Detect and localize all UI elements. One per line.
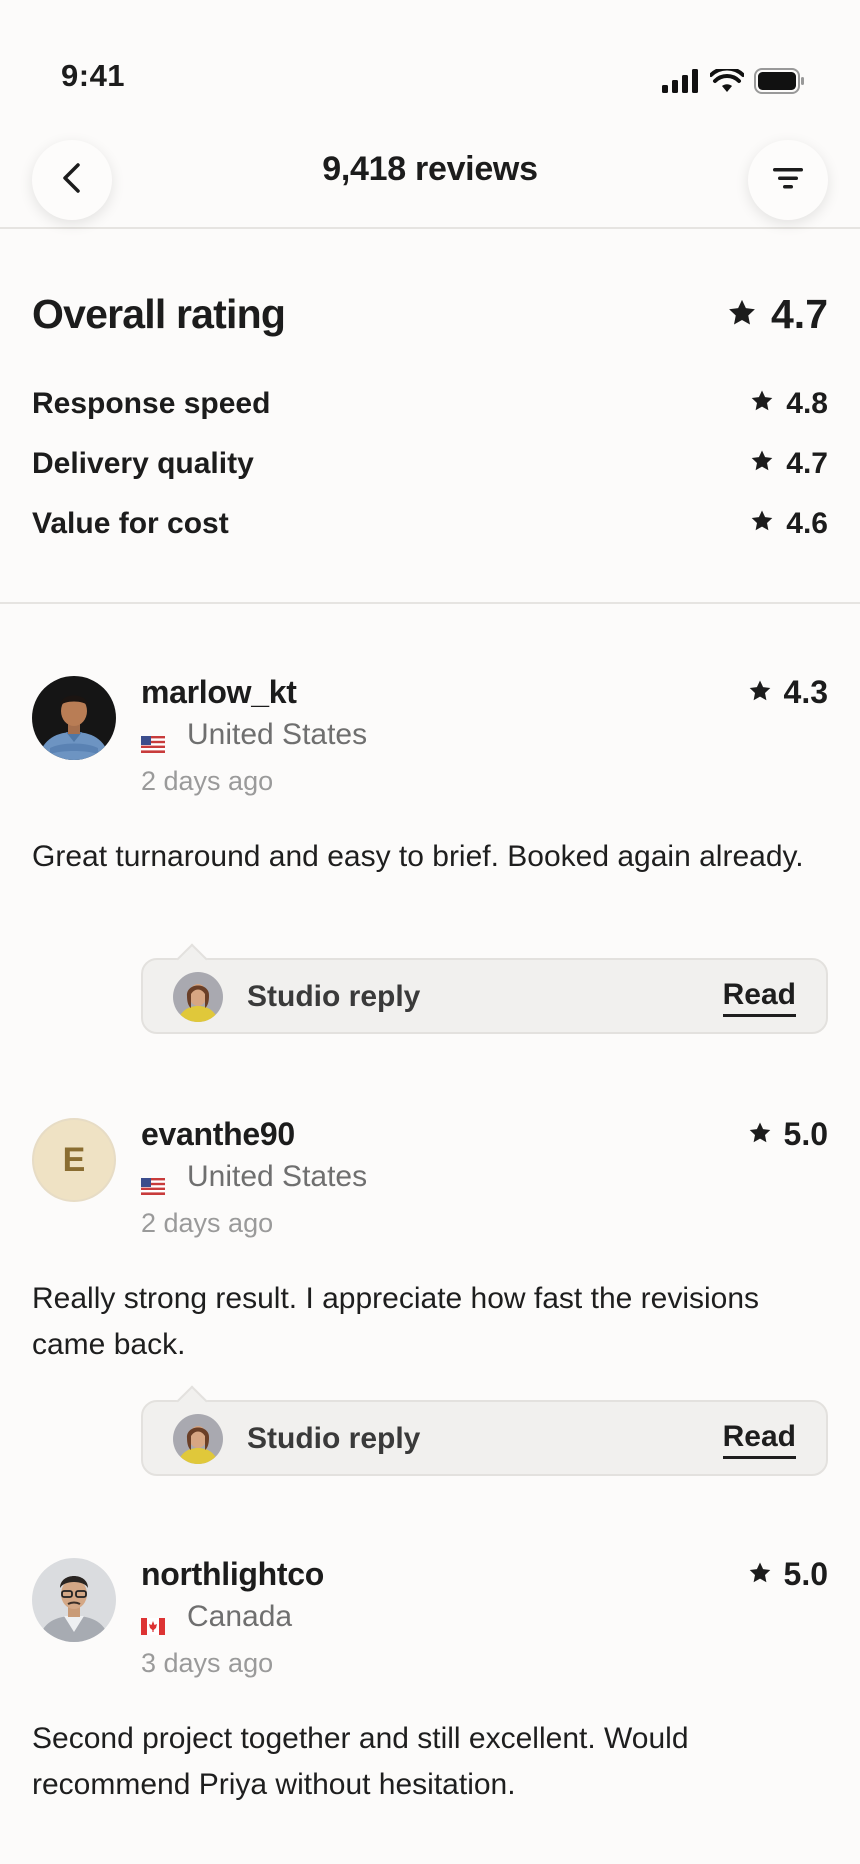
review-text: Second project together and still excell… (32, 1722, 689, 1801)
category-score-value: 4.6 (786, 507, 828, 540)
review-score: 5.0 (748, 1556, 828, 1593)
review-time: 2 days ago (141, 1208, 274, 1238)
country-name: Canada (187, 1600, 293, 1633)
review-username[interactable]: evanthe90 (141, 1116, 295, 1153)
review-country: United States (141, 718, 368, 753)
review-username[interactable]: marlow_kt (141, 674, 297, 711)
star-icon (748, 674, 772, 711)
overall-rating-label: Overall rating (32, 290, 286, 337)
review-username[interactable]: northlightco (141, 1556, 324, 1593)
cellular-signal-icon (662, 69, 700, 98)
category-label: Delivery quality (32, 447, 254, 480)
avatar[interactable]: E (32, 1118, 116, 1202)
status-time: 9:41 (61, 58, 126, 93)
status-bar: 9:41 (0, 0, 860, 120)
read-reply-link[interactable]: Read (722, 1422, 796, 1459)
review-text: Really strong result. I appreciate how f… (32, 1282, 760, 1361)
category-rating-row: Value for cost 4.6 (32, 504, 828, 544)
studio-avatar (173, 1414, 223, 1464)
overall-score-value: 4.7 (771, 290, 828, 337)
star-icon (750, 447, 774, 481)
star-icon (748, 1556, 772, 1593)
review-score: 4.3 (748, 674, 828, 711)
category-label: Value for cost (32, 507, 229, 540)
star-icon (750, 387, 774, 421)
country-name: United States (187, 1160, 368, 1193)
canada-flag-icon (141, 1609, 165, 1635)
overall-rating-score: 4.7 (727, 291, 828, 338)
header: 9,418 reviews (0, 124, 860, 229)
star-icon (727, 291, 757, 338)
review-time: 3 days ago (141, 1648, 274, 1678)
review-time: 2 days ago (141, 766, 274, 796)
avatar[interactable] (32, 1558, 116, 1642)
filter-button[interactable] (748, 140, 828, 220)
avatar[interactable] (32, 676, 116, 760)
reply-label: Studio reply (247, 1422, 421, 1455)
category-rating-row: Delivery quality 4.7 (32, 444, 828, 484)
battery-icon (754, 68, 806, 99)
review-country: United States (141, 1160, 368, 1195)
filter-icon (772, 166, 804, 195)
category-rating-row: Response speed 4.8 (32, 384, 828, 424)
review-score-value: 4.3 (783, 674, 828, 710)
category-score: 4.8 (750, 387, 828, 421)
category-label: Response speed (32, 387, 271, 420)
category-score-value: 4.8 (786, 387, 828, 420)
overall-rating-row: Overall rating 4.7 (32, 284, 828, 344)
page-title: 9,418 reviews (322, 150, 538, 188)
status-icons (662, 66, 806, 99)
read-reply-link[interactable]: Read (722, 980, 796, 1017)
category-score: 4.7 (750, 447, 828, 481)
wifi-icon (709, 66, 745, 98)
studio-reply[interactable]: Studio reply Read (141, 958, 828, 1034)
review-score: 5.0 (748, 1116, 828, 1153)
review-country: Canada (141, 1600, 293, 1635)
studio-avatar (173, 972, 223, 1022)
category-score: 4.6 (750, 507, 828, 541)
review-text: Great turnaround and easy to brief. Book… (32, 840, 804, 873)
star-icon (750, 507, 774, 541)
us-flag-icon (141, 1169, 165, 1195)
us-flag-icon (141, 727, 165, 753)
reply-label: Studio reply (247, 980, 421, 1013)
divider (0, 602, 860, 604)
review-score-value: 5.0 (783, 1556, 828, 1592)
category-score-value: 4.7 (786, 447, 828, 480)
review-score-value: 5.0 (783, 1116, 828, 1152)
star-icon (748, 1116, 772, 1153)
studio-reply[interactable]: Studio reply Read (141, 1400, 828, 1476)
country-name: United States (187, 718, 368, 751)
